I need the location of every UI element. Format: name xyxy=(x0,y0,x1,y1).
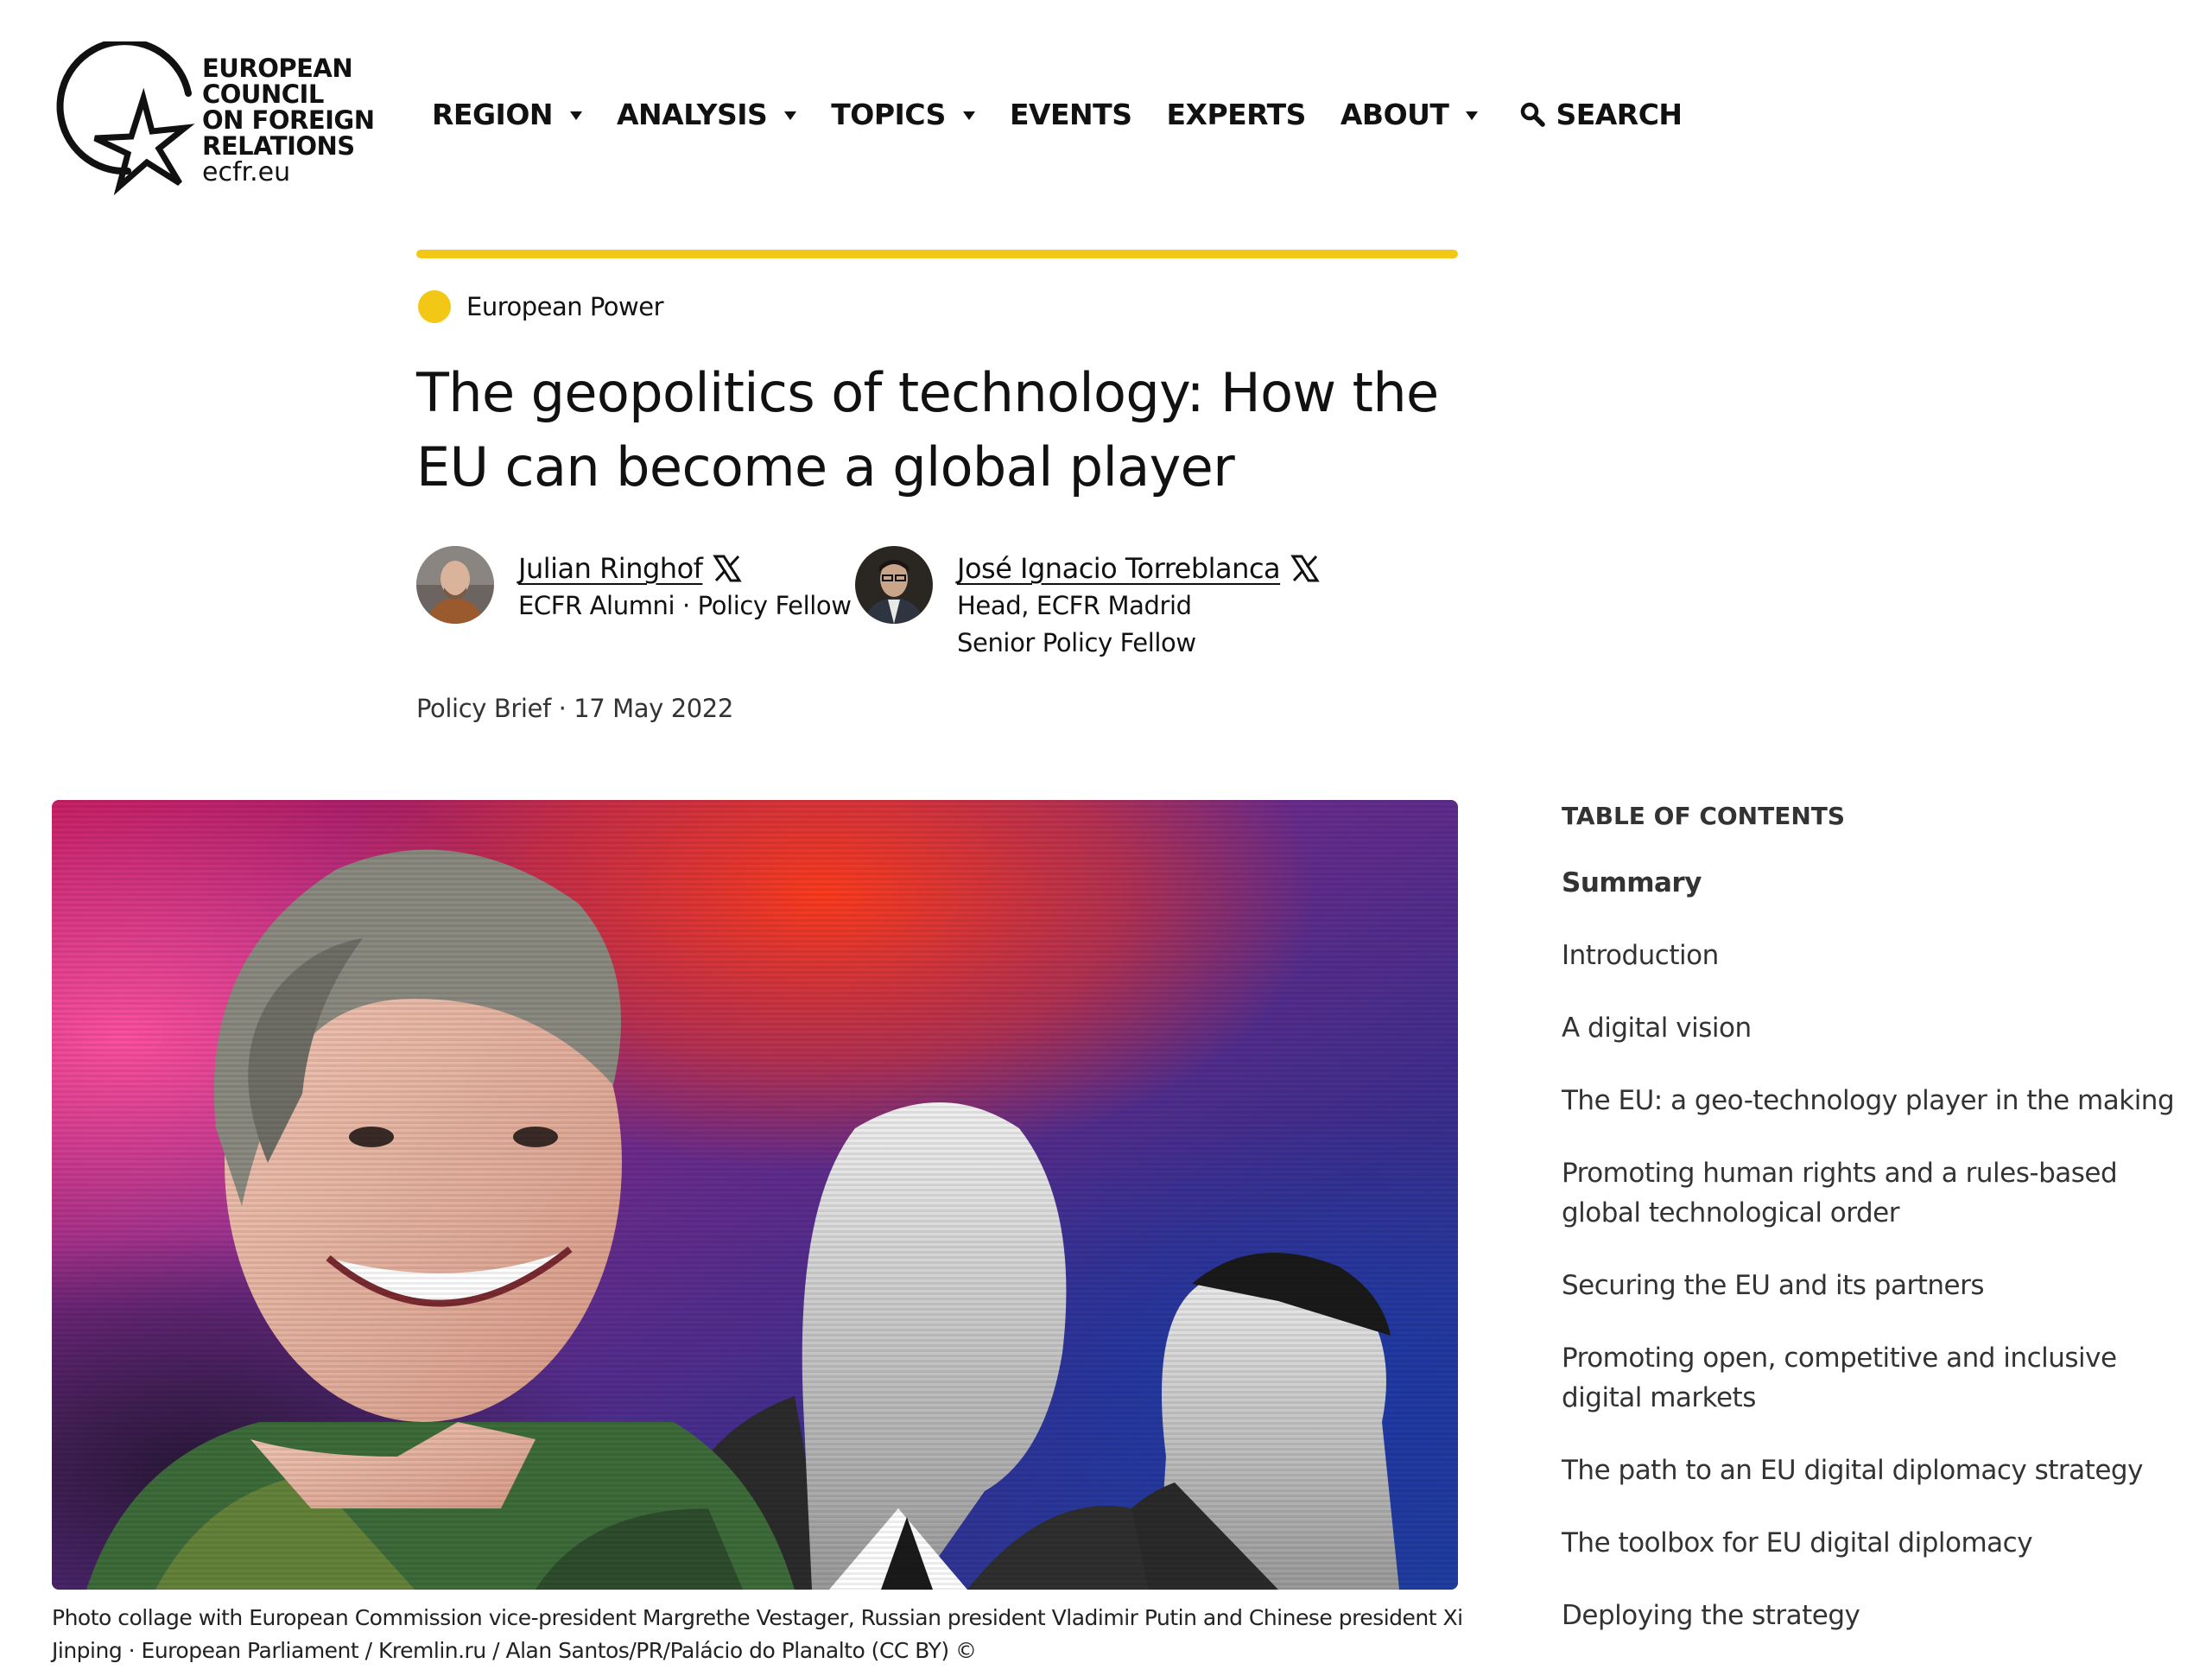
avatar[interactable] xyxy=(855,546,933,624)
toc-item-introduction[interactable]: Introduction xyxy=(1562,936,2201,975)
nav-region-label: REGION xyxy=(432,97,554,131)
author-card: Julian Ringhof ECFR Alumni · Policy Fell… xyxy=(416,546,852,625)
author-role: ECFR Alumni · Policy Fellow xyxy=(518,591,852,620)
author-name-link[interactable]: José Ignacio Torreblanca xyxy=(957,552,1281,585)
article-title: The geopolitics of technology: How the E… xyxy=(416,361,1439,498)
logo-line: RELATIONS xyxy=(202,131,355,161)
logo-wordmark: EUROPEAN COUNCIL ON FOREIGN RELATIONS xyxy=(202,55,375,159)
nav-analysis[interactable]: ANALYSIS xyxy=(617,97,797,131)
author-role: Senior Policy Fellow xyxy=(957,628,1196,657)
nav-analysis-label: ANALYSIS xyxy=(617,97,768,131)
ecfr-logo[interactable]: EUROPEAN COUNCIL ON FOREIGN RELATIONS ec… xyxy=(50,41,378,201)
nav-about-label: ABOUT xyxy=(1340,97,1449,131)
author-role: Head, ECFR Madrid xyxy=(957,591,1192,620)
toc-item-human-rights[interactable]: Promoting human rights and a rules-based… xyxy=(1562,1153,2201,1233)
caret-down-icon xyxy=(570,111,582,120)
avatar[interactable] xyxy=(416,546,494,624)
toc-heading: TABLE OF CONTENTS xyxy=(1562,802,1846,830)
hero-image xyxy=(52,800,1458,1590)
x-logo-icon[interactable] xyxy=(713,554,743,583)
toc-item-deploying[interactable]: Deploying the strategy xyxy=(1562,1596,2201,1635)
logo-line: ON FOREIGN xyxy=(202,105,375,135)
logo-domain: ecfr.eu xyxy=(202,157,291,187)
toc-item-digital-markets[interactable]: Promoting open, competitive and inclusiv… xyxy=(1562,1338,2201,1418)
category-link[interactable]: European Power xyxy=(418,290,664,323)
toc-list: Summary Introduction A digital vision Th… xyxy=(1562,863,2201,1635)
caret-down-icon xyxy=(962,111,975,120)
nav-about[interactable]: ABOUT xyxy=(1341,98,1479,131)
toc-item-securing-eu[interactable]: Securing the EU and its partners xyxy=(1562,1266,2201,1305)
nav-events[interactable]: EVENTS xyxy=(1010,98,1132,131)
nav-topics[interactable]: TOPICS xyxy=(831,98,975,131)
author-name-link[interactable]: Julian Ringhof xyxy=(518,552,703,585)
toc-item-path-strategy[interactable]: The path to an EU digital diplomacy stra… xyxy=(1562,1451,2201,1490)
search-button[interactable]: SEARCH xyxy=(1519,97,1683,131)
caret-down-icon xyxy=(1466,111,1479,120)
logo-line: EUROPEAN xyxy=(202,54,353,83)
image-caption: Photo collage with European Commission v… xyxy=(52,1605,1463,1663)
magnifier-icon xyxy=(1521,102,1546,127)
toc-item-toolbox[interactable]: The toolbox for EU digital diplomacy xyxy=(1562,1523,2201,1563)
main-nav: REGION ANALYSIS TOPICS EVENTS EXPERTS AB… xyxy=(432,93,1717,135)
toc-item-digital-vision[interactable]: A digital vision xyxy=(1562,1008,2201,1048)
x-logo-icon[interactable] xyxy=(1290,554,1320,583)
category-label: European Power xyxy=(466,292,664,321)
caret-down-icon xyxy=(784,111,797,120)
toc-item-geo-technology-player[interactable]: The EU: a geo-technology player in the m… xyxy=(1562,1081,2201,1121)
nav-region[interactable]: REGION xyxy=(432,98,582,131)
article-meta: Policy Brief · 17 May 2022 xyxy=(416,694,733,723)
author-card: José Ignacio Torreblanca Head, ECFR Madr… xyxy=(855,546,1320,662)
nav-experts[interactable]: EXPERTS xyxy=(1166,97,1306,131)
star-circle-logo-icon xyxy=(56,41,195,196)
nav-events-label: EVENTS xyxy=(1009,97,1132,131)
category-dot-icon xyxy=(418,290,451,323)
search-label: SEARCH xyxy=(1556,97,1683,131)
logo-line: COUNCIL xyxy=(202,79,324,109)
table-of-contents: TABLE OF CONTENTS Summary Introduction A… xyxy=(1562,795,2201,1668)
toc-item-summary[interactable]: Summary xyxy=(1562,863,2201,903)
nav-topics-label: TOPICS xyxy=(831,97,946,131)
accent-bar xyxy=(416,250,1458,258)
nav-experts-label: EXPERTS xyxy=(1166,97,1306,131)
